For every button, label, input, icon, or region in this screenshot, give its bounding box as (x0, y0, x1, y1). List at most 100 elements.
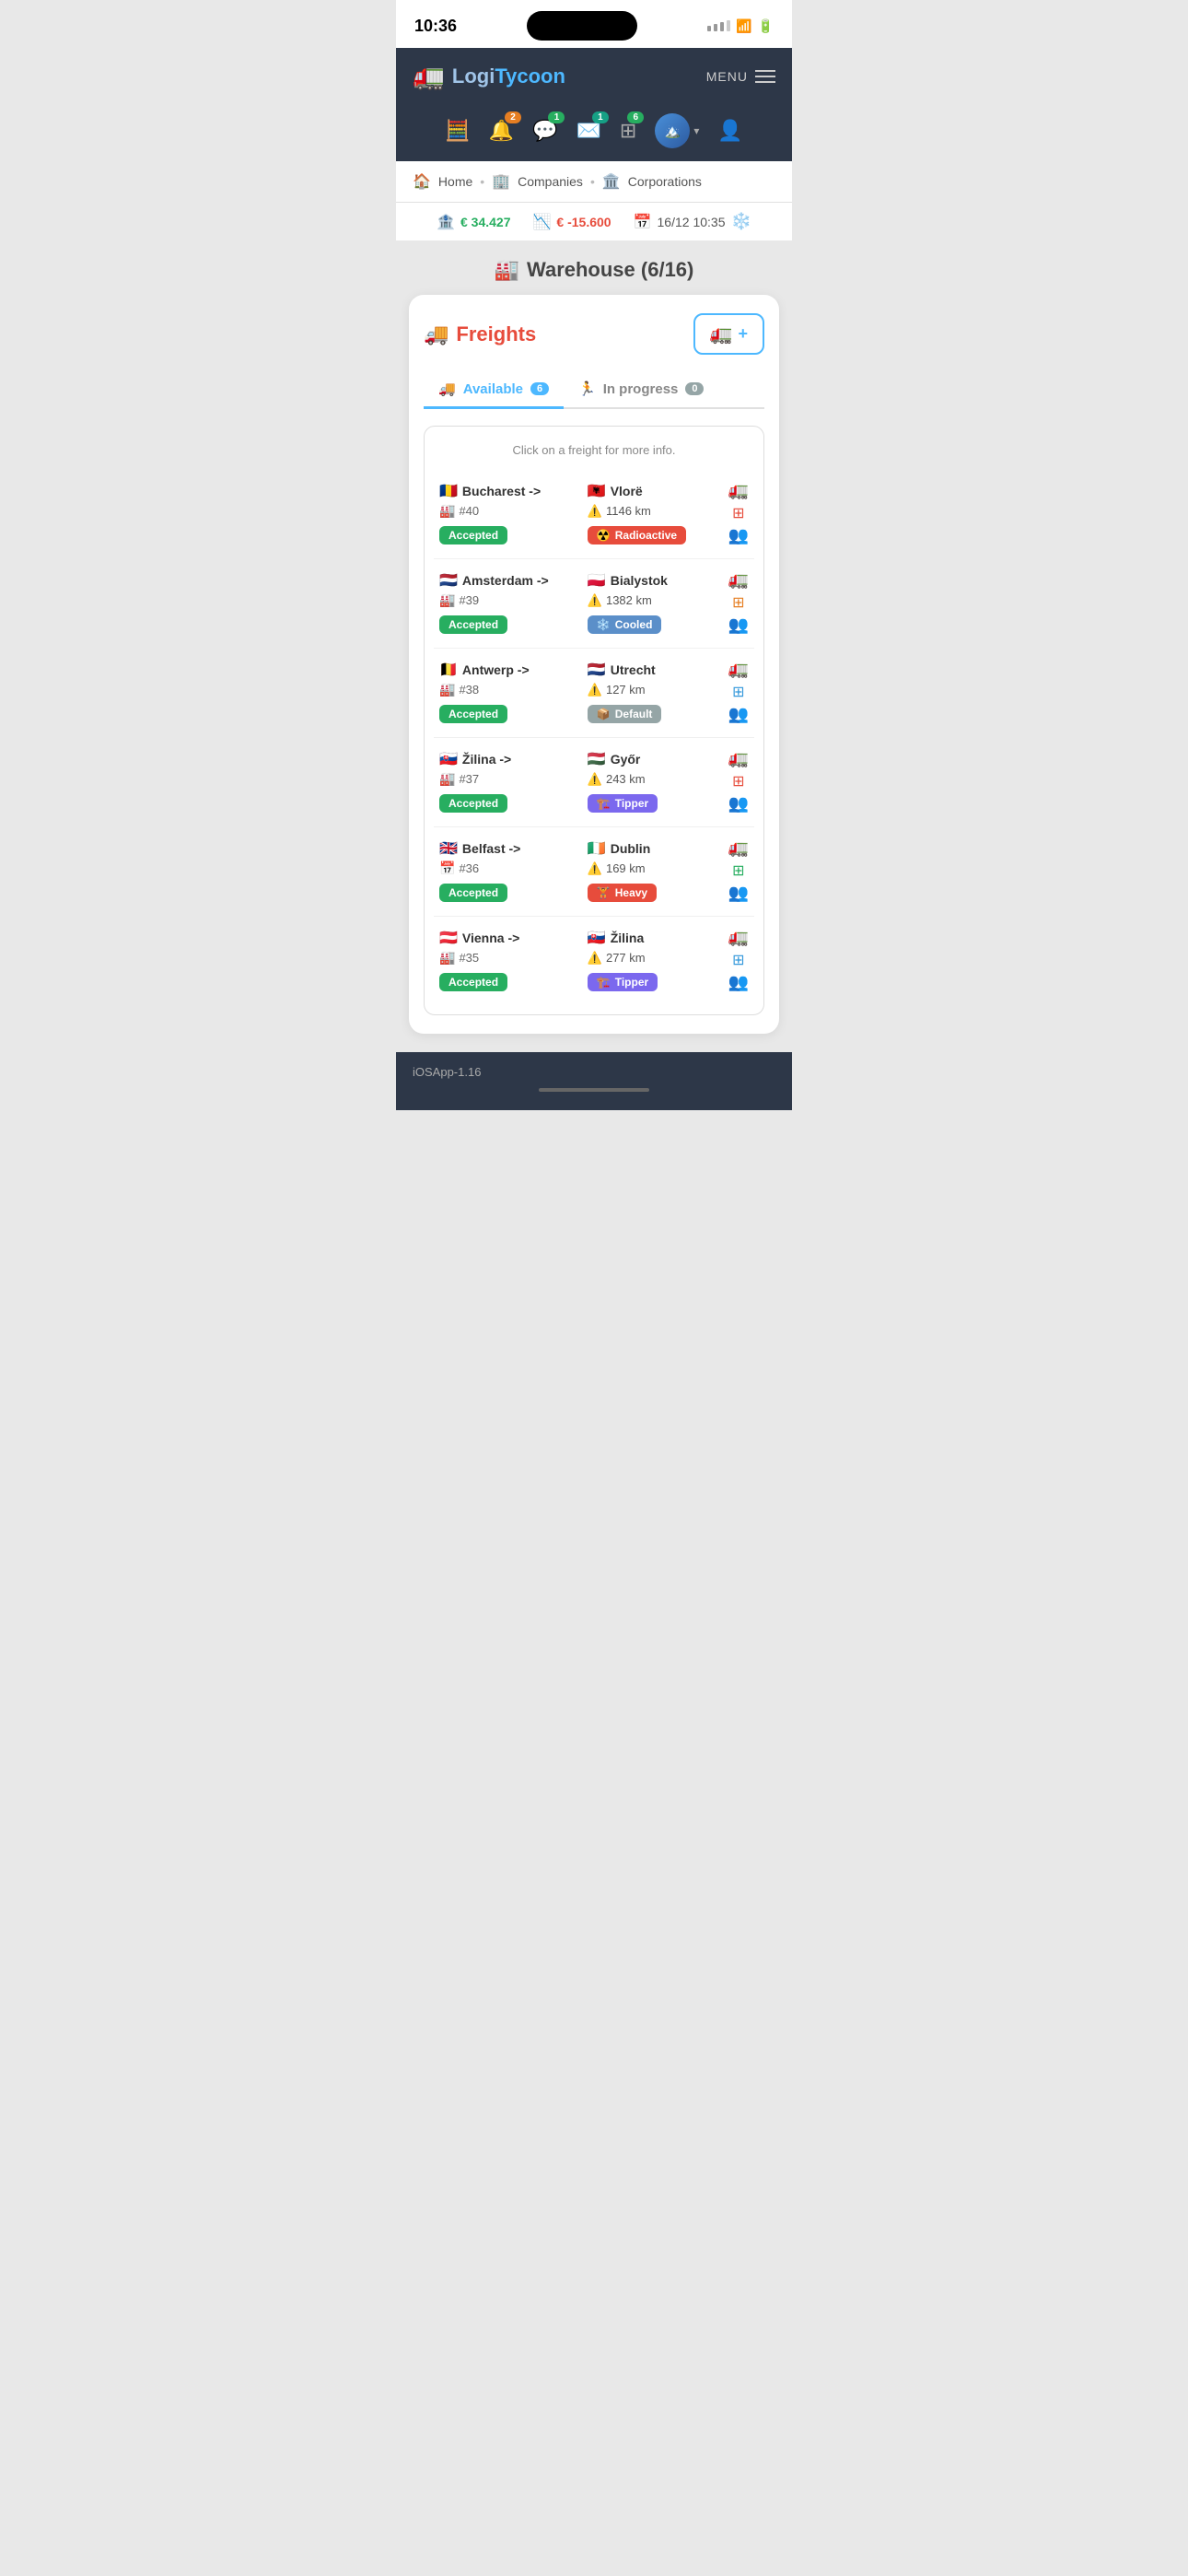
truck-icon-6: 🚛 (728, 928, 749, 947)
type-icon-2: ❄️ (597, 618, 611, 631)
tab-in-progress-label: In progress (603, 381, 679, 397)
from-city-4: Žilina -> (462, 752, 511, 767)
signal-dots (707, 20, 730, 31)
nav-user-profile[interactable]: 👤 (717, 119, 742, 143)
freight-type-5: 🏋️ Heavy (588, 880, 721, 902)
status-badge-5: Accepted (439, 884, 507, 902)
flag-poland: 🇵🇱 (588, 571, 606, 590)
freight-status-5: Accepted (439, 880, 573, 902)
type-badge-3: 📦 Default (588, 705, 662, 723)
nav-chat[interactable]: 💬 1 (532, 119, 557, 143)
freight-id-1: 🏭 #40 (439, 503, 573, 519)
to-city-4: Győr (611, 752, 641, 767)
breadcrumb-home[interactable]: Home (438, 174, 472, 189)
warehouse-id-icon-6: 🏭 (439, 950, 455, 966)
bank-icon: 🏦 (437, 213, 455, 231)
flag-belgium: 🇧🇪 (439, 661, 458, 679)
menu-button[interactable]: MENU (706, 69, 775, 84)
to-city-3: Utrecht (611, 662, 656, 677)
freight-item-4[interactable]: 🇸🇰 Žilina -> 🇭🇺 Győr 🚛 ⊞ 👥 🏭 #37 ⚠️ 243 … (434, 738, 754, 827)
freight-item-5[interactable]: 🇬🇧 Belfast -> 🇮🇪 Dublin 🚛 ⊞ 👥 📅 #36 ⚠️ 1… (434, 827, 754, 917)
change-value: € -15.600 (556, 215, 611, 229)
people-icon-6: 👥 (728, 973, 749, 992)
nav-calculator[interactable]: 🧮 (445, 119, 470, 143)
to-city-1: Vlorë (611, 484, 643, 498)
road-icon-6: ⚠️ (588, 951, 602, 966)
freight-id-2: 🏭 #39 (439, 592, 573, 608)
freight-item-1[interactable]: 🇷🇴 Bucharest -> 🇦🇱 Vlorë 🚛 ⊞ 👥 🏭 #40 ⚠️ … (434, 470, 754, 559)
tab-in-progress[interactable]: 🏃 In progress 0 (564, 371, 718, 409)
grid-icon-3: ⊞ (732, 683, 744, 701)
breadcrumb-sep-2: • (590, 174, 595, 189)
add-plus-icon: + (738, 324, 748, 344)
freight-status-3: Accepted (439, 701, 573, 723)
add-freight-button[interactable]: 🚛 + (693, 313, 764, 355)
status-badge-4: Accepted (439, 794, 507, 813)
freight-item-2[interactable]: 🇳🇱 Amsterdam -> 🇵🇱 Bialystok 🚛 ⊞ 👥 🏭 #39… (434, 559, 754, 649)
balance-item: 🏦 € 34.427 (437, 213, 510, 231)
freight-id-3: 🏭 #38 (439, 682, 573, 697)
people-icon-4: 👥 (728, 794, 749, 814)
warehouse-id-icon-3: 🏭 (439, 682, 455, 697)
tab-in-progress-badge: 0 (685, 382, 704, 395)
id-value-5: #36 (459, 861, 479, 875)
calendar-icon: 📅 (634, 213, 652, 231)
grid-badge: 6 (627, 111, 644, 123)
type-label-6: Tipper (615, 976, 648, 989)
nav-avatar-group[interactable]: 🏔️ ▾ (655, 113, 699, 148)
tab-in-progress-icon: 🏃 (578, 381, 596, 397)
freight-icons-1: 🚛 ⊞ 👥 (728, 481, 749, 545)
freight-item-3[interactable]: 🇧🇪 Antwerp -> 🇳🇱 Utrecht 🚛 ⊞ 👥 🏭 #38 ⚠️ … (434, 649, 754, 738)
version-text: iOSApp-1.16 (413, 1065, 481, 1079)
battery-icon: 🔋 (758, 18, 774, 34)
flag-netherlands-from: 🇳🇱 (439, 571, 458, 590)
companies-icon: 🏢 (492, 172, 510, 191)
from-city-5: Belfast -> (462, 841, 520, 856)
freight-from-4: 🇸🇰 Žilina -> (439, 750, 573, 768)
to-city-6: Žilina (611, 931, 645, 945)
user-icon: 👤 (717, 119, 742, 143)
nav-grid[interactable]: ⊞ 6 (620, 119, 636, 143)
page-title-bar: 🏭 Warehouse (6/16) (396, 241, 792, 295)
freight-distance-5: ⚠️ 169 km (588, 861, 721, 876)
road-icon-5: ⚠️ (588, 861, 602, 876)
icon-nav-bar: 🧮 🔔 2 💬 1 ✉️ 1 ⊞ 6 🏔️ ▾ 👤 (396, 104, 792, 161)
breadcrumb-companies[interactable]: Companies (518, 174, 583, 189)
freight-distance-2: ⚠️ 1382 km (588, 593, 721, 608)
freight-id-5: 📅 #36 (439, 861, 573, 876)
freights-header: 🚚 Freights 🚛 + (424, 313, 764, 355)
grid-icon-1: ⊞ (732, 504, 744, 522)
breadcrumb: 🏠 Home • 🏢 Companies • 🏛️ Corporations (396, 161, 792, 203)
breadcrumb-corporations[interactable]: Corporations (628, 174, 702, 189)
distance-value-1: 1146 km (606, 504, 651, 518)
truck-icon-2: 🚛 (728, 570, 749, 590)
id-value-2: #39 (459, 593, 479, 607)
freight-distance-4: ⚠️ 243 km (588, 772, 721, 787)
truck-icon-4: 🚛 (728, 749, 749, 768)
type-label-3: Default (615, 708, 653, 720)
flag-hungary: 🇭🇺 (588, 750, 606, 768)
type-label-2: Cooled (615, 618, 653, 631)
nav-mail[interactable]: ✉️ 1 (576, 119, 600, 143)
freight-hint: Click on a freight for more info. (434, 436, 754, 470)
type-icon-4: 🏗️ (597, 797, 611, 810)
tab-available-icon: 🚚 (438, 381, 456, 397)
mail-badge: 1 (592, 111, 609, 123)
nav-notifications[interactable]: 🔔 2 (489, 119, 514, 143)
status-icons: 📶 🔋 (707, 18, 774, 34)
home-icon: 🏠 (413, 172, 431, 191)
freight-item-6[interactable]: 🇦🇹 Vienna -> 🇸🇰 Žilina 🚛 ⊞ 👥 🏭 #35 ⚠️ 27… (434, 917, 754, 1005)
date-value: 16/12 10:35 (658, 215, 726, 229)
app-header: 🚛 LogiTycoon MENU (396, 48, 792, 104)
page-title-text: Warehouse (6/16) (527, 258, 693, 282)
freight-from-2: 🇳🇱 Amsterdam -> (439, 571, 573, 590)
freight-to-5: 🇮🇪 Dublin (588, 839, 721, 858)
hamburger-icon (755, 70, 775, 83)
flag-uk: 🇬🇧 (439, 839, 458, 858)
freight-from-5: 🇬🇧 Belfast -> (439, 839, 573, 858)
logo-logi: Logi (452, 64, 495, 88)
to-city-2: Bialystok (611, 573, 668, 588)
tab-available[interactable]: 🚚 Available 6 (424, 371, 564, 409)
tabs-bar: 🚚 Available 6 🏃 In progress 0 (424, 371, 764, 409)
status-badge-2: Accepted (439, 615, 507, 634)
